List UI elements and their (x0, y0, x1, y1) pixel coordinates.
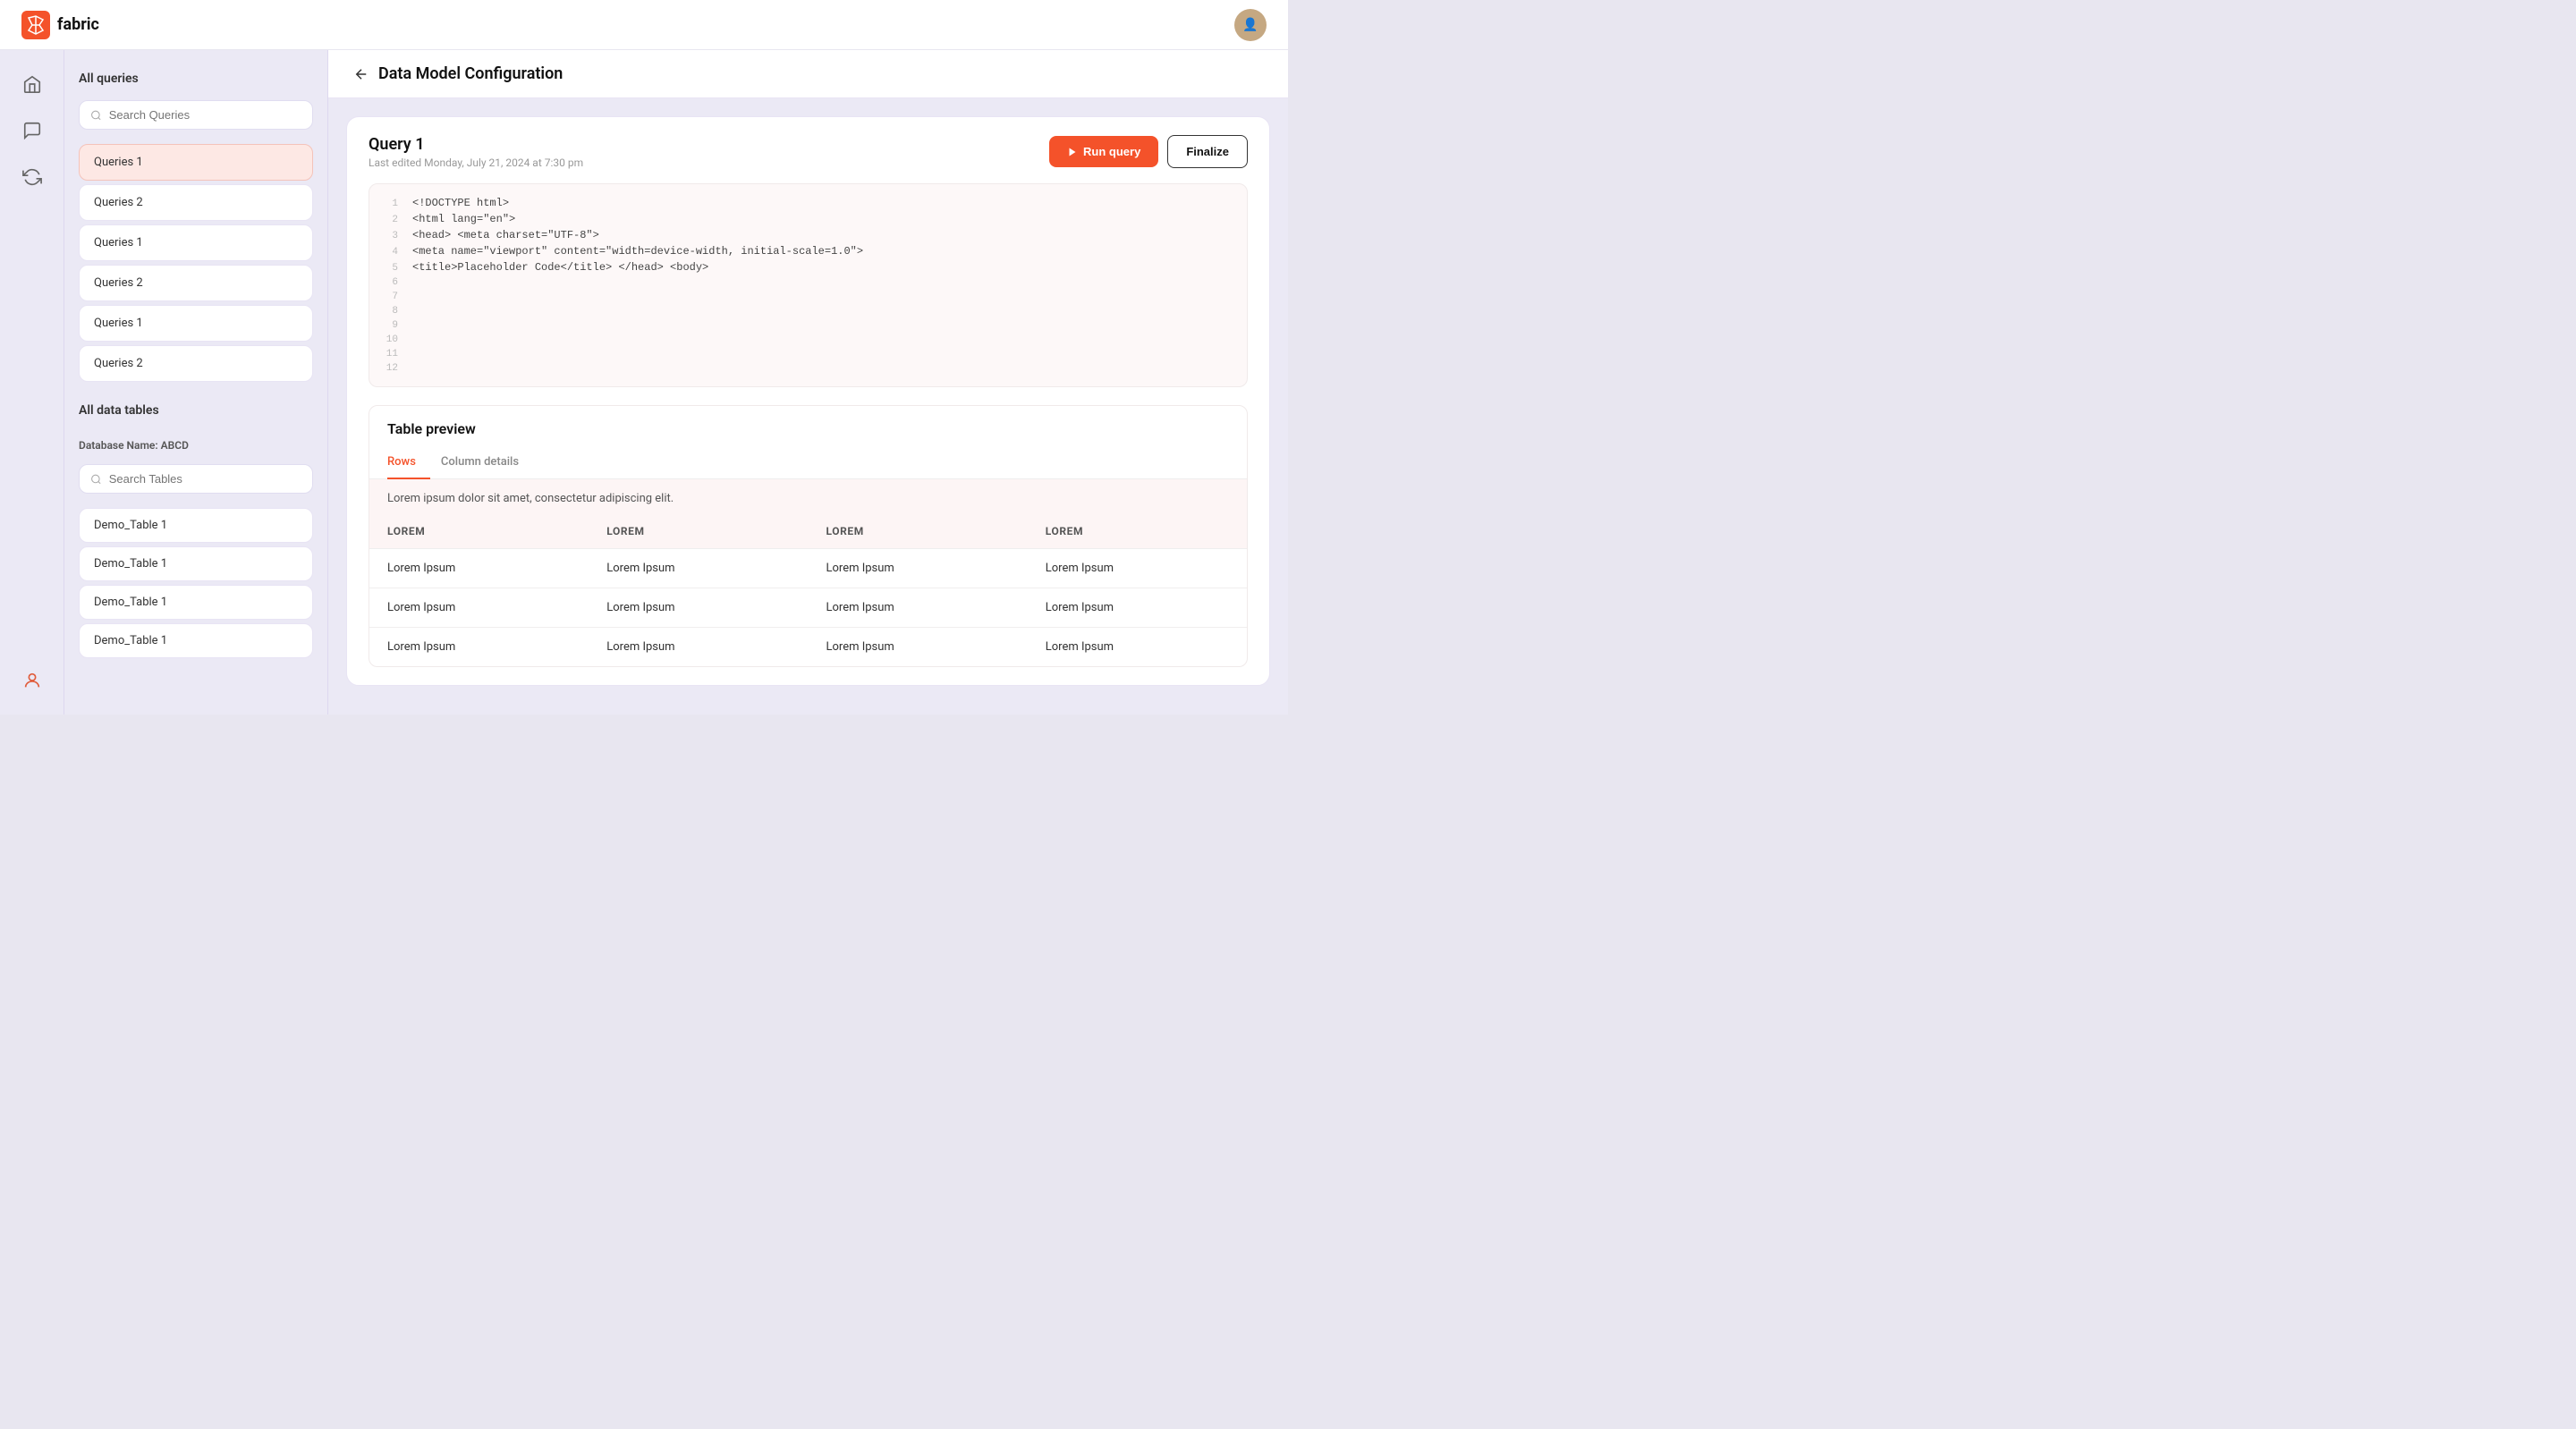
cell: Lorem Ipsum (1028, 588, 1247, 628)
sidebar-item-refresh[interactable] (13, 157, 52, 197)
main-content: Data Model Configuration Query 1 Last ed… (328, 50, 1288, 714)
query-name: Query 1 (369, 135, 583, 154)
code-line: 11 (369, 347, 1247, 361)
queries-list: Queries 1 Queries 2 Queries 1 Queries 2 … (79, 144, 313, 385)
topnav: fabric 👤 (0, 0, 1288, 50)
table-item-1[interactable]: Demo_Table 1 (79, 546, 313, 581)
tab-column-details[interactable]: Column details (441, 448, 533, 479)
query-actions: Run query Finalize (1049, 135, 1248, 168)
content-area: Query 1 Last edited Monday, July 21, 202… (328, 98, 1288, 714)
table-header-row: LOREM LOREM LOREM LOREM (369, 514, 1247, 549)
page-title: Data Model Configuration (378, 64, 563, 83)
cell: Lorem Ipsum (369, 588, 589, 628)
table-preview: Table preview Rows Column details Lorem … (369, 405, 1248, 667)
sidebar-item-bottom[interactable] (13, 661, 52, 700)
database-label: Database Name: ABCD (79, 439, 313, 452)
page-header: Data Model Configuration (328, 50, 1288, 98)
table-item-3[interactable]: Demo_Table 1 (79, 623, 313, 658)
query-panel-header: Query 1 Last edited Monday, July 21, 202… (369, 135, 1248, 169)
code-line: 6 (369, 275, 1247, 290)
table-row: Lorem Ipsum Lorem Ipsum Lorem Ipsum Lore… (369, 628, 1247, 667)
cell: Lorem Ipsum (809, 588, 1028, 628)
data-table: LOREM LOREM LOREM LOREM Lorem Ipsum Lore… (369, 514, 1247, 666)
cell: Lorem Ipsum (589, 549, 808, 588)
table-item-0[interactable]: Demo_Table 1 (79, 508, 313, 543)
query-item-1[interactable]: Queries 2 (79, 184, 313, 221)
code-line: 10 (369, 333, 1247, 347)
table-preview-title: Table preview (369, 420, 1247, 437)
col-header-1: LOREM (589, 514, 808, 549)
search-tables-box[interactable] (79, 464, 313, 494)
back-arrow-icon (353, 66, 369, 82)
preview-header: Table preview Rows Column details (369, 406, 1247, 479)
home-icon (22, 74, 42, 94)
play-icon (1067, 147, 1078, 157)
run-query-label: Run query (1083, 145, 1140, 158)
query-item-4[interactable]: Queries 1 (79, 305, 313, 342)
tables-list: Demo_Table 1 Demo_Table 1 Demo_Table 1 D… (79, 508, 313, 662)
table-row: Lorem Ipsum Lorem Ipsum Lorem Ipsum Lore… (369, 549, 1247, 588)
tab-rows[interactable]: Rows (387, 448, 430, 479)
avatar[interactable]: 👤 (1234, 9, 1267, 41)
code-line: 5<title>Placeholder Code</title> </head>… (369, 259, 1247, 275)
query-item-3[interactable]: Queries 2 (79, 265, 313, 301)
code-line: 7 (369, 290, 1247, 304)
user-icon (22, 671, 42, 690)
cell: Lorem Ipsum (809, 628, 1028, 667)
search-queries-box[interactable] (79, 100, 313, 130)
code-line: 1<!DOCTYPE html> (369, 195, 1247, 211)
app-logo[interactable]: fabric (21, 11, 99, 39)
search-queries-input[interactable] (109, 108, 301, 122)
cell: Lorem Ipsum (369, 549, 589, 588)
code-line: 12 (369, 361, 1247, 376)
main-layout: All queries Queries 1 Queries 2 Queries … (0, 50, 1288, 714)
chat-icon (22, 121, 42, 140)
cell: Lorem Ipsum (369, 628, 589, 667)
cell: Lorem Ipsum (1028, 628, 1247, 667)
code-line: 9 (369, 318, 1247, 333)
table-item-2[interactable]: Demo_Table 1 (79, 585, 313, 620)
code-line: 4<meta name="viewport" content="width=de… (369, 243, 1247, 259)
cell: Lorem Ipsum (589, 588, 808, 628)
all-data-tables-title: All data tables (79, 403, 313, 418)
query-item-0[interactable]: Queries 1 (79, 144, 313, 181)
search-tables-input[interactable] (109, 472, 301, 486)
cell: Lorem Ipsum (1028, 549, 1247, 588)
cell: Lorem Ipsum (809, 549, 1028, 588)
fabric-logo-icon (21, 11, 50, 39)
sidebar-item-home[interactable] (13, 64, 52, 104)
search-tables-icon (90, 473, 102, 486)
all-queries-title: All queries (79, 72, 313, 86)
app-name: fabric (57, 15, 99, 34)
query-info: Query 1 Last edited Monday, July 21, 202… (369, 135, 583, 169)
code-line: 8 (369, 304, 1247, 318)
back-button[interactable] (353, 66, 369, 82)
icon-sidebar (0, 50, 64, 714)
preview-description: Lorem ipsum dolor sit amet, consectetur … (369, 479, 1247, 514)
code-line: 2<html lang="en"> (369, 211, 1247, 227)
preview-tabs: Rows Column details (369, 448, 1247, 479)
refresh-icon (22, 167, 42, 187)
col-header-2: LOREM (809, 514, 1028, 549)
table-row: Lorem Ipsum Lorem Ipsum Lorem Ipsum Lore… (369, 588, 1247, 628)
code-line: 3<head> <meta charset="UTF-8"> (369, 227, 1247, 243)
cell: Lorem Ipsum (589, 628, 808, 667)
query-item-2[interactable]: Queries 1 (79, 224, 313, 261)
query-panel: Query 1 Last edited Monday, July 21, 202… (346, 116, 1270, 686)
col-header-0: LOREM (369, 514, 589, 549)
sidebar-item-chat[interactable] (13, 111, 52, 150)
code-editor[interactable]: 1<!DOCTYPE html> 2<html lang="en"> 3<hea… (369, 183, 1248, 387)
run-query-button[interactable]: Run query (1049, 136, 1158, 167)
finalize-button[interactable]: Finalize (1167, 135, 1248, 168)
search-queries-icon (90, 109, 102, 122)
left-panel: All queries Queries 1 Queries 2 Queries … (64, 50, 328, 714)
col-header-3: LOREM (1028, 514, 1247, 549)
query-item-5[interactable]: Queries 2 (79, 345, 313, 382)
query-edited: Last edited Monday, July 21, 2024 at 7:3… (369, 156, 583, 169)
